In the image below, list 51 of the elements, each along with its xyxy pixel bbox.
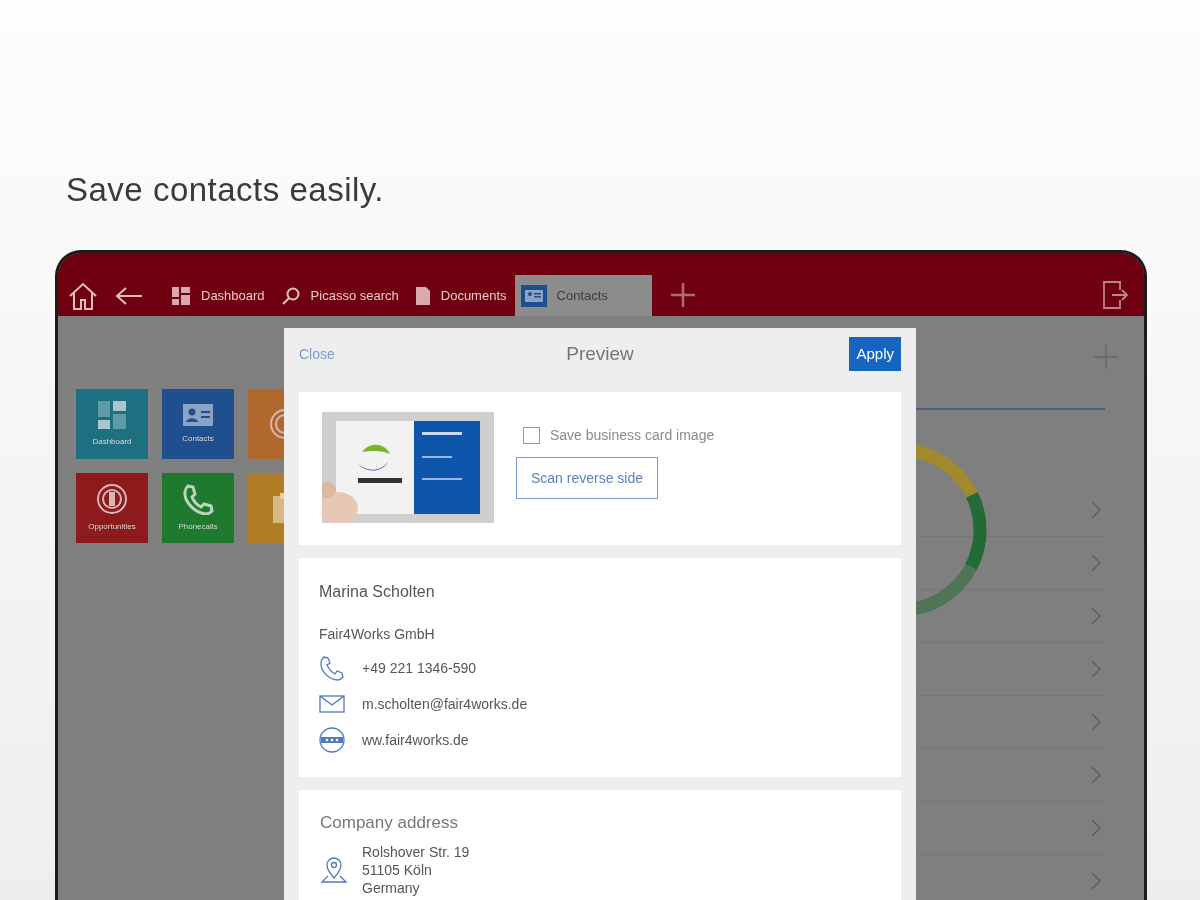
contact-detail: m.scholten@fair4works.de bbox=[362, 694, 528, 714]
dialog-title: Preview bbox=[566, 341, 634, 366]
plus-icon bbox=[669, 282, 696, 308]
company-name: Fair4Works GmbH bbox=[319, 625, 436, 644]
phone-icon bbox=[182, 483, 214, 515]
chevron-right-icon[interactable] bbox=[1091, 872, 1101, 890]
app-tile[interactable]: Dashboard bbox=[76, 389, 148, 459]
dashboard-icon bbox=[171, 285, 191, 306]
chevron-right-icon[interactable] bbox=[1091, 554, 1101, 572]
contact-detail: +49 221 1346-590 bbox=[362, 658, 477, 678]
location-pin-icon bbox=[320, 856, 348, 884]
app-tile[interactable]: Contacts bbox=[162, 389, 234, 459]
plus-icon bbox=[1093, 344, 1119, 370]
chevron-right-icon[interactable] bbox=[1091, 607, 1101, 625]
mail-icon bbox=[319, 695, 345, 713]
section-title: Company address bbox=[320, 812, 459, 834]
chevron-right-icon[interactable] bbox=[1091, 501, 1101, 519]
apply-button[interactable]: Apply bbox=[849, 337, 901, 371]
contact-name: Marina Scholten bbox=[319, 582, 436, 602]
address-line: Rolshover Str. 19 bbox=[362, 843, 470, 861]
app-tile[interactable]: Opportunities bbox=[76, 473, 148, 543]
logout-icon bbox=[1102, 281, 1128, 309]
phone-icon bbox=[319, 655, 345, 681]
checkbox-label: Save business card image bbox=[550, 426, 715, 445]
app-tile[interactable]: Phonecalls bbox=[162, 473, 234, 543]
address-line: Germany bbox=[362, 879, 421, 897]
nav-tab[interactable]: Contacts bbox=[514, 275, 652, 316]
logout-button[interactable] bbox=[1100, 280, 1130, 310]
dashboard-icon bbox=[97, 400, 127, 430]
scan-reverse-button[interactable]: Scan reverse side bbox=[516, 457, 659, 499]
nav-tab[interactable]: Documents bbox=[406, 275, 515, 316]
contact-card-icon bbox=[182, 403, 214, 427]
chevron-right-icon[interactable] bbox=[1091, 660, 1101, 678]
chevron-right-icon[interactable] bbox=[1091, 819, 1101, 837]
chevron-right-icon[interactable] bbox=[1091, 766, 1101, 784]
back-arrow-icon bbox=[115, 285, 143, 306]
add-button[interactable] bbox=[1093, 344, 1119, 370]
document-icon bbox=[414, 285, 431, 306]
checkbox[interactable] bbox=[523, 427, 540, 444]
contact-card-icon bbox=[520, 284, 547, 307]
address-line: 51105 Köln bbox=[362, 861, 433, 879]
search-icon bbox=[280, 285, 301, 306]
headline: Save contacts easily. bbox=[66, 170, 386, 210]
contact-detail: ww.fair4works.de bbox=[362, 730, 469, 750]
nav-tab[interactable]: Picasso search bbox=[272, 275, 407, 316]
chevron-right-icon[interactable] bbox=[1091, 713, 1101, 731]
nav-tab[interactable]: Dashboard bbox=[163, 275, 273, 316]
clipboard-icon bbox=[273, 493, 285, 523]
home-icon bbox=[68, 281, 98, 310]
globe-icon bbox=[319, 727, 345, 753]
target-icon bbox=[96, 483, 128, 515]
